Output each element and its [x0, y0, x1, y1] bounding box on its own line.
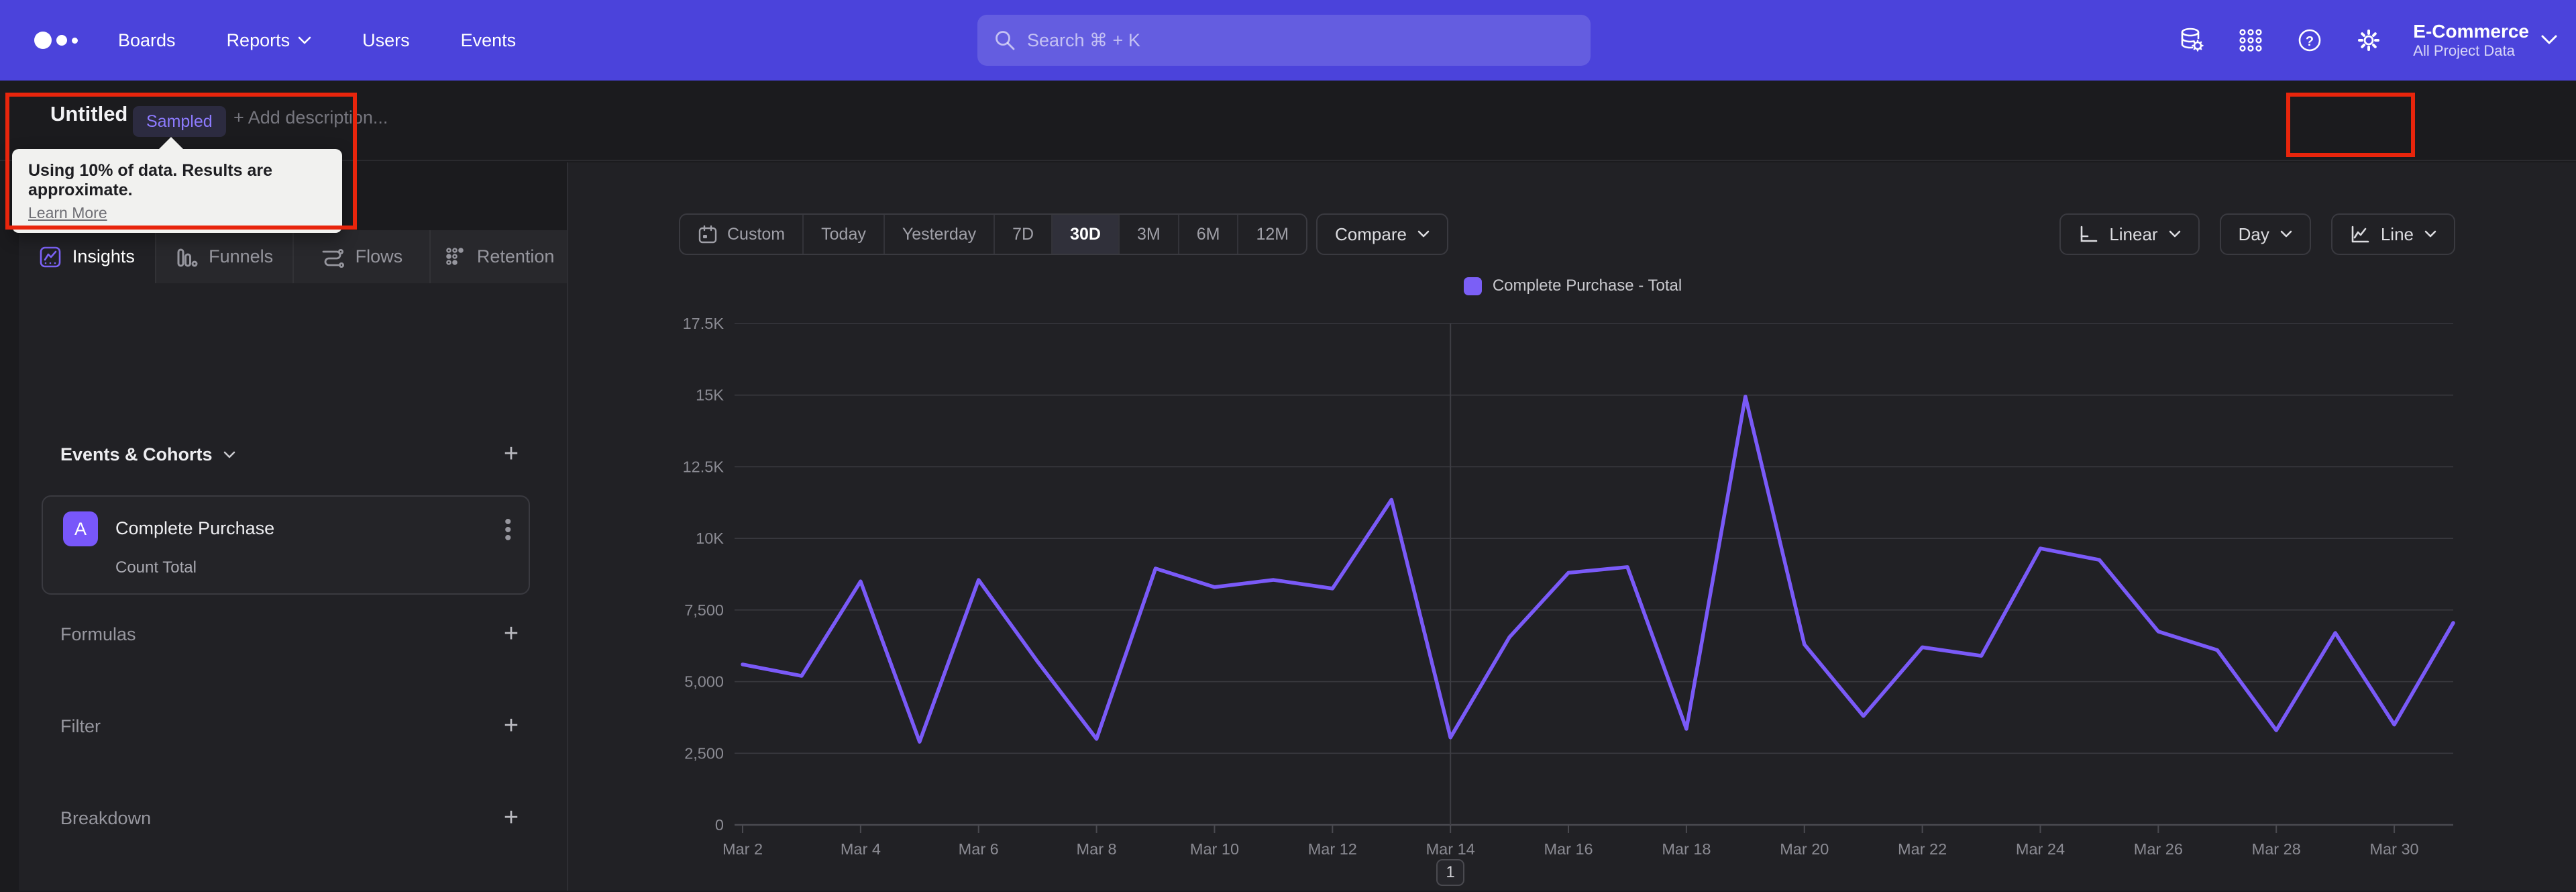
svg-text:Mar 24: Mar 24 [2016, 840, 2065, 858]
svg-text:Mar 4: Mar 4 [841, 840, 881, 858]
project-scope: All Project Data [2413, 42, 2515, 60]
add-event-button[interactable]: + [496, 439, 526, 468]
flows-icon [322, 248, 344, 268]
chevron-down-icon [223, 451, 235, 458]
tooltip-text: Using 10% of data. Results are approxima… [28, 161, 273, 199]
apps-grid-icon[interactable] [2221, 0, 2280, 81]
mixpanel-logo-icon[interactable] [19, 32, 93, 49]
nav-item-reports[interactable]: Reports [201, 30, 337, 51]
formulas-section-label: Formulas [60, 624, 136, 644]
query-builder-body: Events & Cohorts + A Complete Purchase C… [19, 283, 567, 891]
svg-text:Mar 20: Mar 20 [1780, 840, 1829, 858]
svg-text:Mar 6: Mar 6 [959, 840, 999, 858]
event-metric[interactable]: Count Total [115, 558, 197, 577]
nav-item-boards[interactable]: Boards [93, 30, 201, 51]
svg-text:?: ? [2306, 34, 2314, 49]
search-icon [996, 31, 1015, 50]
svg-text:Mar 22: Mar 22 [1898, 840, 1947, 858]
add-breakdown-button[interactable]: + [496, 803, 526, 832]
settings-gear-icon[interactable] [2339, 0, 2398, 81]
event-card-complete-purchase[interactable]: A Complete Purchase Count Total • • • [42, 495, 530, 595]
report-title[interactable]: Untitled [50, 102, 127, 126]
tab-retention[interactable]: Retention [431, 230, 567, 283]
nav-item-label: Events [460, 30, 517, 50]
svg-text:5,000: 5,000 [684, 673, 724, 691]
svg-text:12.5K: 12.5K [683, 458, 724, 475]
chart-area: Custom Today Yesterday 7D 30D 3M 6M 12M … [567, 162, 2576, 891]
search-input[interactable]: Search ⌘ + K [977, 15, 1591, 66]
report-type-tabs: Insights Funnels Flows Retention [19, 230, 567, 283]
project-name: E-Commerce [2413, 21, 2529, 42]
tab-funnels[interactable]: Funnels [156, 230, 294, 283]
insights-icon [40, 246, 61, 267]
data-management-icon[interactable] [2162, 0, 2221, 81]
nav-item-label: Boards [118, 30, 176, 50]
svg-text:15K: 15K [696, 387, 724, 404]
events-cohorts-header[interactable]: Events & Cohorts [60, 444, 235, 465]
tooltip-learn-more-link[interactable]: Learn More [28, 204, 107, 222]
report-header: Untitled Sampled + Add description... ••… [0, 81, 2576, 222]
svg-text:Mar 30: Mar 30 [2369, 840, 2418, 858]
tab-label: Funnels [209, 246, 274, 266]
search-placeholder: Search ⌘ + K [1027, 30, 1140, 50]
add-description-placeholder[interactable]: + Add description... [233, 107, 388, 128]
tab-label: Retention [476, 246, 555, 266]
nav-item-users[interactable]: Users [337, 30, 435, 51]
svg-text:Mar 2: Mar 2 [722, 840, 763, 858]
line-chart-plot[interactable]: 0 2,500 5,000 7,500 10K 12.5K 15K 17.5K Mar 2 Mar… [568, 162, 2576, 892]
event-title: Complete Purchase [115, 518, 275, 538]
chevron-down-icon [298, 36, 311, 44]
add-filter-button[interactable]: + [496, 711, 526, 740]
funnels-icon [177, 248, 198, 266]
chevron-down-icon [2541, 35, 2557, 44]
tab-label: Flows [355, 246, 403, 266]
project-selector[interactable]: E-Commerce All Project Data [2413, 21, 2557, 59]
tab-flows[interactable]: Flows [293, 230, 431, 283]
svg-text:Mar 10: Mar 10 [1190, 840, 1239, 858]
filter-section-label: Filter [60, 716, 101, 736]
sampled-badge[interactable]: Sampled [133, 106, 226, 137]
help-icon[interactable]: ? [2280, 0, 2339, 81]
tab-label: Insights [72, 246, 135, 266]
svg-text:10K: 10K [696, 530, 724, 547]
section-title: Events & Cohorts [60, 444, 213, 464]
event-options-kebab-icon[interactable]: • • • [504, 512, 512, 548]
event-letter-chip: A [63, 511, 98, 546]
svg-text:Mar 26: Mar 26 [2134, 840, 2183, 858]
svg-text:2,500: 2,500 [684, 744, 724, 762]
svg-text:0: 0 [715, 816, 724, 834]
svg-text:7,500: 7,500 [684, 601, 724, 619]
nav-item-label: Reports [226, 30, 290, 50]
retention-icon [446, 247, 464, 265]
svg-text:Mar 12: Mar 12 [1308, 840, 1357, 858]
breakdown-section-label: Breakdown [60, 808, 152, 828]
query-builder-panel: Insights Funnels Flows Retention Events … [0, 162, 567, 891]
svg-text:Mar 18: Mar 18 [1662, 840, 1711, 858]
svg-text:17.5K: 17.5K [683, 315, 724, 332]
add-formula-button[interactable]: + [496, 619, 526, 648]
tab-insights[interactable]: Insights [19, 230, 156, 283]
svg-text:Mar 16: Mar 16 [1544, 840, 1593, 858]
svg-text:Mar 28: Mar 28 [2252, 840, 2301, 858]
pagination-page-button[interactable]: 1 [1436, 859, 1464, 886]
svg-text:Mar 14: Mar 14 [1426, 840, 1475, 858]
top-nav-bar: Boards Reports Users Events Search ⌘ + K [0, 0, 2576, 81]
nav-item-events[interactable]: Events [435, 30, 542, 51]
sampling-tooltip: Using 10% of data. Results are approxima… [12, 137, 342, 233]
svg-text:Mar 8: Mar 8 [1077, 840, 1117, 858]
nav-item-label: Users [362, 30, 410, 50]
